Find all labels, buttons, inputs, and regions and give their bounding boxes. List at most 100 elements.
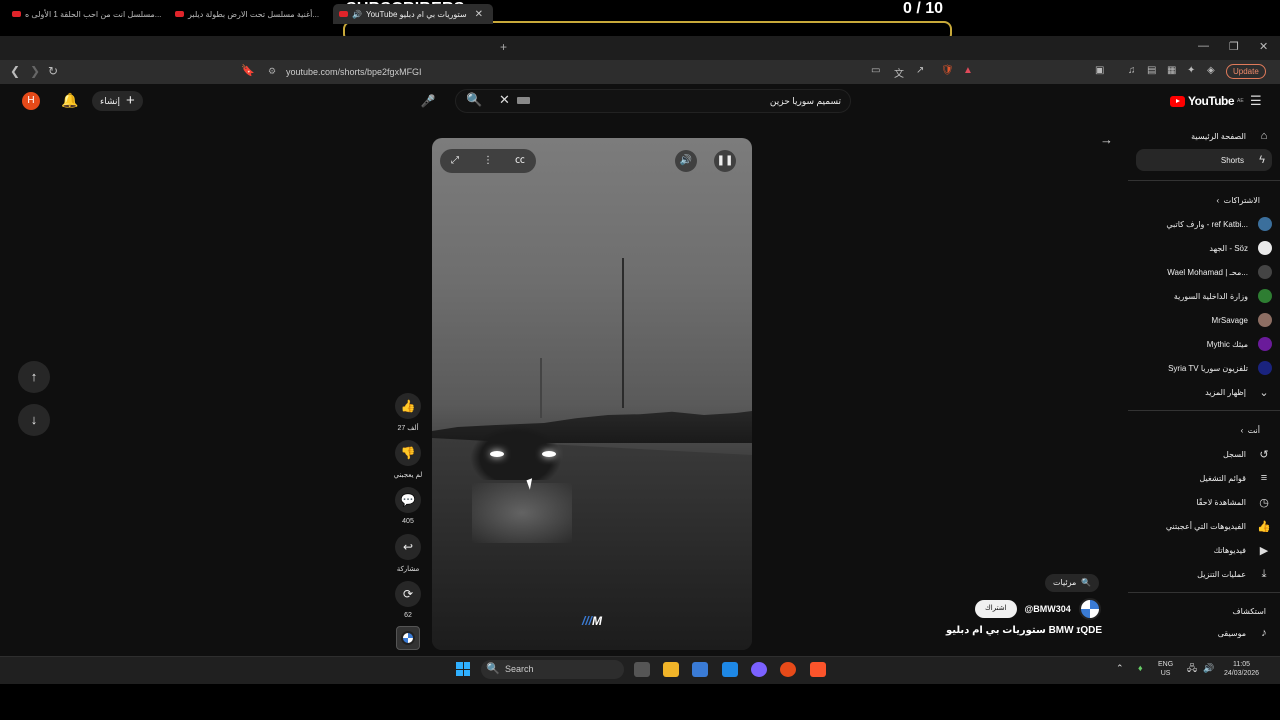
captions-icon[interactable]: ㏄ [509, 150, 531, 172]
file-explorer-icon[interactable] [663, 662, 679, 677]
search-icon: 🔍 [1081, 578, 1092, 587]
site-info-icon[interactable]: ⚙ [268, 66, 276, 77]
share-button[interactable]: ↩ [395, 534, 421, 560]
close-tab-icon[interactable]: ✕ [475, 9, 483, 20]
brave-rewards-icon[interactable]: ▲ [963, 65, 973, 76]
sidebar-item-subscription[interactable]: وزارة الداخلية السورية [1174, 285, 1272, 307]
reload-icon[interactable]: ↻ [48, 64, 58, 78]
channel-handle[interactable]: @BMW304 [1025, 604, 1071, 614]
keyboard-icon[interactable] [517, 97, 530, 104]
search-in-video-button[interactable]: مرئيات 🔍 [1045, 574, 1100, 592]
clear-search-icon[interactable]: ✕ [499, 92, 510, 108]
search-query[interactable]: تسميم سوريا حزين [770, 96, 841, 107]
tray-app-icon[interactable]: ♦ [1138, 664, 1143, 673]
sidebar-item-show-more[interactable]: إظهار المزيد ⌄ [1205, 381, 1272, 403]
sidebar-item-music[interactable]: موسيقى ♪ [1218, 622, 1272, 644]
cast-icon[interactable]: ▭ [871, 65, 880, 76]
app-icon[interactable] [780, 662, 796, 677]
wallet-icon[interactable]: ▦ [1167, 65, 1176, 76]
subscriptions-header[interactable]: ‹ الاشتراكات [1217, 196, 1260, 205]
youtube-logo[interactable]: YouTube AE [1170, 94, 1244, 108]
dislike-button[interactable]: 👎 [395, 440, 421, 466]
update-button[interactable]: Update [1226, 64, 1266, 79]
brave-shield-icon[interactable]: 🛡 [941, 65, 954, 76]
bookmark-icon[interactable]: 🔖 [241, 64, 255, 77]
chevron-up-icon[interactable]: ⌃ [1116, 664, 1124, 673]
sidebar-item-subscription[interactable]: Mythic ميثك [1207, 333, 1272, 355]
home-icon: ⌂ [1260, 130, 1268, 142]
you-header[interactable]: ‹ أنت [1241, 426, 1260, 435]
subscribe-button[interactable]: اشتراك [975, 600, 1017, 618]
translate-icon[interactable]: 文 [894, 65, 904, 80]
reading-list-icon[interactable]: ▤ [1147, 65, 1156, 76]
sidebar-item-shorts[interactable]: Shorts ϟ [1136, 149, 1272, 171]
sidebar-item-home[interactable]: الصفحة الرئيسية ⌂ [1191, 125, 1272, 147]
previous-short-button[interactable]: ↑ [18, 361, 50, 393]
sidebar-item-subscription[interactable]: MrSavage [1212, 309, 1272, 331]
sidebar-item-playlists[interactable]: قوائم التشغيل ≡ [1200, 467, 1273, 489]
remix-button[interactable]: ⟳ [395, 581, 421, 607]
network-icon[interactable]: 🖧 [1187, 664, 1197, 673]
language-indicator[interactable]: ENG US [1158, 660, 1173, 678]
outlook-icon[interactable] [722, 662, 738, 677]
youtube-logo-text: YouTube [1188, 94, 1235, 108]
task-view-icon[interactable] [634, 662, 650, 677]
sidebar-item-subscription[interactable]: Syria TV تلفزيون سوريا [1168, 357, 1272, 379]
minimize-icon[interactable]: — [1198, 40, 1209, 52]
address-bar [0, 60, 1280, 84]
taskbar-search-input[interactable]: Search [481, 660, 624, 679]
sound-thumbnail[interactable] [396, 626, 420, 650]
arrow-right-icon[interactable]: → [1100, 132, 1113, 147]
sidebar-item-downloads[interactable]: عمليات التنزيل ⤓ [1197, 563, 1272, 585]
clock[interactable]: 11:05 24/03/2026 [1224, 660, 1259, 678]
shorts-icon: ϟ [1259, 154, 1265, 166]
chevron-left-icon: ‹ [1216, 196, 1220, 205]
store-icon[interactable] [692, 662, 708, 677]
media-icon[interactable]: ♫ [1128, 65, 1136, 76]
url-text[interactable]: youtube.com/shorts/bpe2fgxMFGI [286, 67, 422, 77]
browser-tab-active[interactable]: 🔊 YouTube ستوريات بي ام دبليو ✕ [333, 4, 493, 24]
channel-avatar[interactable] [1078, 598, 1101, 620]
vpn-icon[interactable]: ◈ [1207, 65, 1215, 76]
share-icon[interactable]: ↗ [916, 65, 924, 76]
back-icon[interactable]: ❮ [10, 64, 20, 78]
pause-icon[interactable]: ❚❚ [714, 150, 736, 172]
sidebar-item-history[interactable]: السجل ↺ [1223, 443, 1272, 465]
like-button[interactable]: 👍 [395, 393, 421, 419]
sidebar-item-subscription[interactable]: الجهد - Söz [1209, 237, 1272, 259]
sidebar-toggle-icon[interactable]: ▣ [1095, 65, 1104, 76]
volume-icon[interactable]: 🔊 [675, 150, 697, 172]
comment-count: 405 [402, 518, 414, 525]
more-options-icon[interactable]: ⋮ [477, 150, 499, 172]
brave-browser-icon[interactable] [810, 662, 826, 677]
sidebar-item-subscription[interactable]: وارف كاتبي - ref Katbi... [1166, 213, 1272, 235]
sidebar-item-label: Shorts [1220, 155, 1244, 165]
new-tab-icon[interactable]: + [500, 40, 507, 54]
comments-button[interactable]: 💬 [395, 487, 421, 513]
extensions-icon[interactable]: ✦ [1187, 65, 1195, 76]
fullscreen-icon[interactable]: ⤢ [444, 150, 466, 172]
windows-start-icon[interactable] [456, 662, 470, 676]
divider [1128, 410, 1280, 411]
like-icon: 👍 [1257, 520, 1271, 533]
search-icon[interactable]: 🔍 [466, 92, 482, 108]
menu-icon[interactable]: ☰ [1250, 93, 1262, 109]
video-title[interactable]: ستوريات بي ام دبليو BMW ɪQDE [946, 625, 1102, 636]
next-short-button[interactable]: ↓ [18, 404, 50, 436]
sidebar-item-subscription[interactable]: Wael Mohamad | محـ... [1167, 261, 1272, 283]
bell-icon[interactable]: 🔔 [61, 92, 78, 109]
close-window-icon[interactable]: ✕ [1259, 40, 1268, 53]
browser-tab[interactable]: مسلسل انت من احب الحلقة 1 الأولى ه... [6, 4, 166, 24]
create-button[interactable]: إنشاء + [92, 91, 143, 111]
avatar[interactable]: H [22, 92, 40, 110]
microphone-icon[interactable]: 🎤 [419, 91, 437, 111]
sidebar-item-watch-later[interactable]: المشاهدة لاحقًا ◷ [1196, 491, 1272, 513]
discord-icon[interactable] [751, 662, 767, 677]
forward-icon[interactable]: ❯ [30, 64, 40, 78]
browser-tab[interactable]: أغنية مسلسل تحت الارض بطولة ديلبر... [169, 4, 329, 24]
sidebar-item-your-videos[interactable]: فيديوهاتك ▶ [1214, 539, 1272, 561]
sidebar-item-liked[interactable]: الفيديوهات التي أعجبتني 👍 [1166, 515, 1272, 537]
maximize-icon[interactable]: ❐ [1229, 40, 1239, 53]
volume-icon[interactable]: 🔊 [1203, 664, 1214, 673]
shorts-video-player[interactable]: ⤢ ⋮ ㏄ 🔊 ❚❚ ///M [432, 138, 752, 650]
